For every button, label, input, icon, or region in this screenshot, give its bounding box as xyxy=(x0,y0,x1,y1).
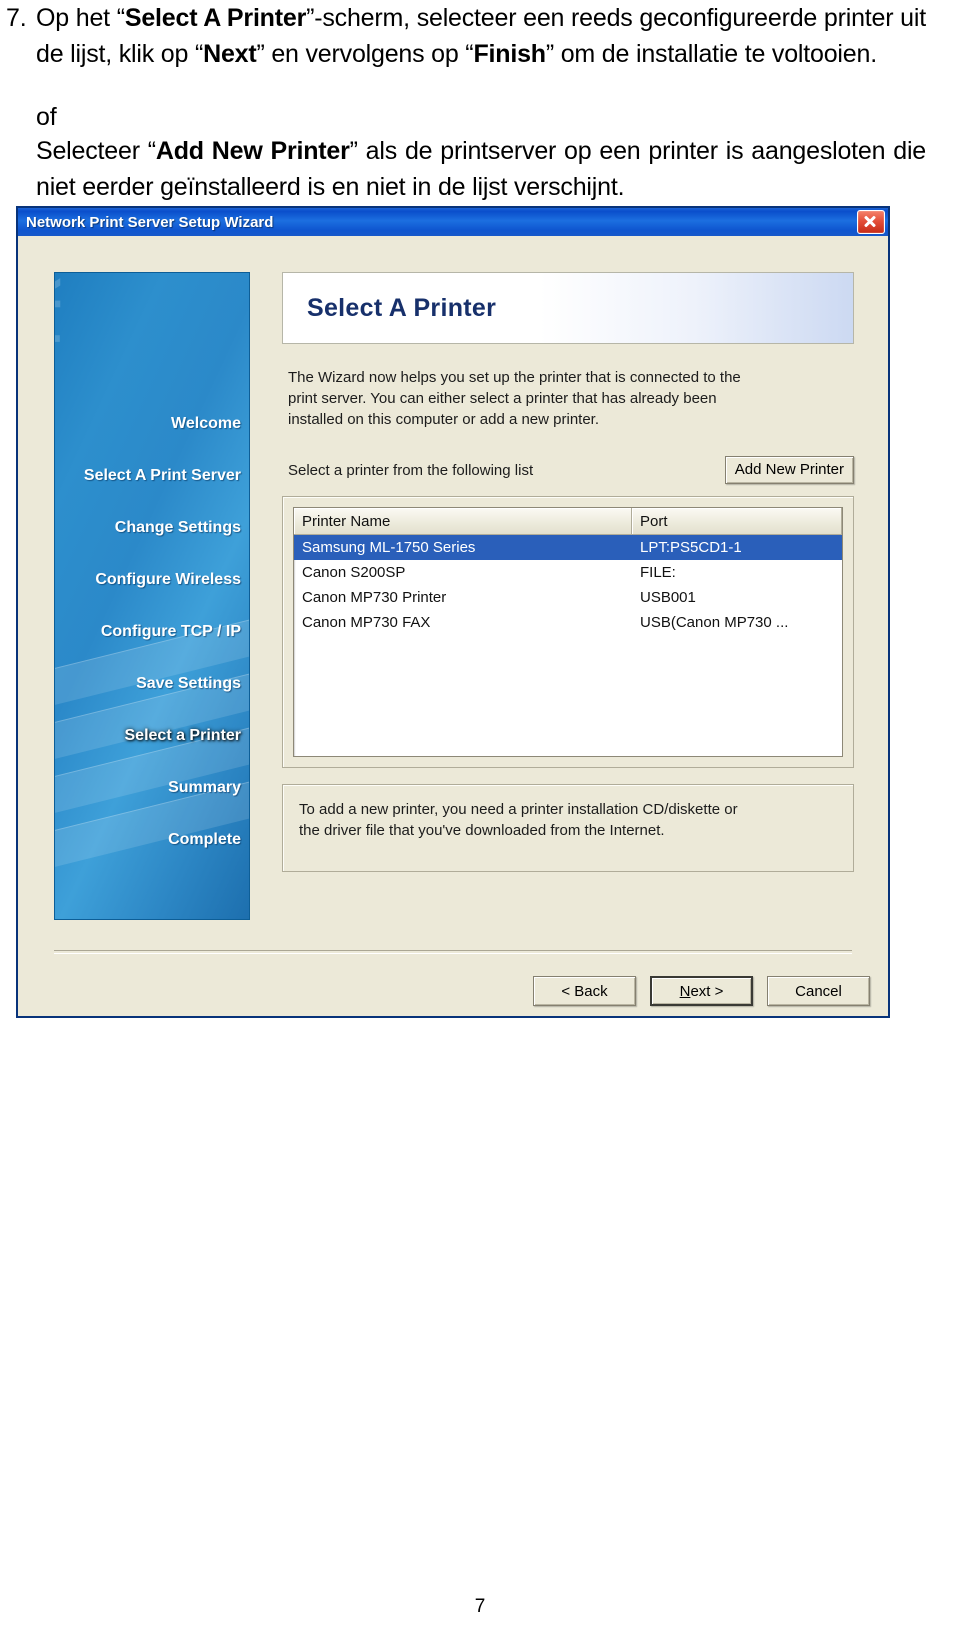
next-button-label: ext > xyxy=(690,982,724,1000)
content-description: The Wizard now helps you set up the prin… xyxy=(282,367,854,430)
cell-printer-name: Canon MP730 Printer xyxy=(302,589,447,606)
window-title: Network Print Server Setup Wizard xyxy=(26,213,274,231)
sidebar-item-change-settings[interactable]: Change Settings xyxy=(57,517,241,539)
back-button[interactable]: < Back xyxy=(533,976,636,1006)
window-titlebar: Network Print Server Setup Wizard xyxy=(18,208,888,236)
instruction-paragraph-2: Selecteer “Add New Printer” als de print… xyxy=(36,137,927,201)
window-body: PRINT Welcome Select A Print Server Chan… xyxy=(18,236,888,1016)
cancel-button[interactable]: Cancel xyxy=(767,976,870,1006)
cell-printer-name: Canon S200SP xyxy=(302,564,406,581)
or-label: of xyxy=(36,103,57,131)
cell-port: LPT:PS5CD1-1 xyxy=(640,539,742,556)
next-button[interactable]: Next > xyxy=(650,976,753,1006)
sidebar-item-select-a-print-server[interactable]: Select A Print Server xyxy=(57,465,241,487)
sidebar-watermark: PRINT xyxy=(55,273,71,345)
description-line-3: installed on this computer or add a new … xyxy=(288,411,600,428)
installation-note: To add a new printer, you need a printer… xyxy=(282,784,854,872)
sidebar-item-select-a-printer[interactable]: Select a Printer xyxy=(57,725,242,747)
content-header: Select A Printer xyxy=(282,272,854,344)
cell-port: USB(Canon MP730 ... xyxy=(640,614,789,631)
printer-table-header: Printer Name Port xyxy=(294,508,842,535)
description-line-1: The Wizard now helps you set up the prin… xyxy=(288,369,741,386)
printer-list-container: Printer Name Port Samsung ML-1750 Series… xyxy=(282,496,854,768)
list-label: Select a printer from the following list xyxy=(288,461,534,479)
printer-listview[interactable]: Printer Name Port Samsung ML-1750 Series… xyxy=(293,507,843,757)
cell-port: FILE: xyxy=(640,564,676,581)
list-label-row: Select a printer from the following list… xyxy=(282,456,854,484)
footer-divider xyxy=(54,950,852,954)
table-row[interactable]: Samsung ML-1750 Series LPT:PS5CD1-1 xyxy=(294,535,842,560)
sidebar-item-save-settings[interactable]: Save Settings xyxy=(57,673,241,695)
table-row[interactable]: Canon S200SP FILE: xyxy=(294,560,842,585)
table-row[interactable]: Canon MP730 Printer USB001 xyxy=(294,585,842,610)
wizard-footer: < Back Next > Cancel xyxy=(533,976,870,1006)
column-header-printer-name[interactable]: Printer Name xyxy=(294,508,632,534)
note-line-1: To add a new printer, you need a printer… xyxy=(299,801,738,818)
page-number: 7 xyxy=(474,1596,486,1617)
sidebar-item-complete[interactable]: Complete xyxy=(57,829,241,851)
sidebar-nav-list: Welcome Select A Print Server Change Set… xyxy=(57,413,241,851)
description-line-2: print server. You can either select a pr… xyxy=(288,390,717,407)
column-header-port[interactable]: Port xyxy=(632,508,842,534)
instruction-paragraph-1: Op het “Select A Printer”-scherm, select… xyxy=(36,4,926,68)
wizard-sidebar: PRINT Welcome Select A Print Server Chan… xyxy=(54,272,250,920)
add-new-printer-button[interactable]: Add New Printer xyxy=(724,456,854,484)
sidebar-item-configure-wireless[interactable]: Configure Wireless xyxy=(57,569,241,591)
page-title: Select A Printer xyxy=(307,293,497,322)
note-line-2: the driver file that you've downloaded f… xyxy=(299,822,665,839)
cell-printer-name: Canon MP730 FAX xyxy=(302,614,431,631)
cell-printer-name: Samsung ML-1750 Series xyxy=(302,539,476,556)
close-icon[interactable] xyxy=(857,210,885,234)
table-row[interactable]: Canon MP730 FAX USB(Canon MP730 ... xyxy=(294,610,842,635)
cell-port: USB001 xyxy=(640,589,696,606)
wizard-window: Network Print Server Setup Wizard PRINT … xyxy=(16,206,890,1018)
sidebar-item-welcome[interactable]: Welcome xyxy=(57,413,241,435)
wizard-content: Select A Printer The Wizard now helps yo… xyxy=(282,272,854,872)
sidebar-item-configure-tcp-ip[interactable]: Configure TCP / IP xyxy=(57,621,241,643)
next-button-mnemonic: N xyxy=(679,982,691,1000)
sidebar-item-summary[interactable]: Summary xyxy=(57,777,241,799)
